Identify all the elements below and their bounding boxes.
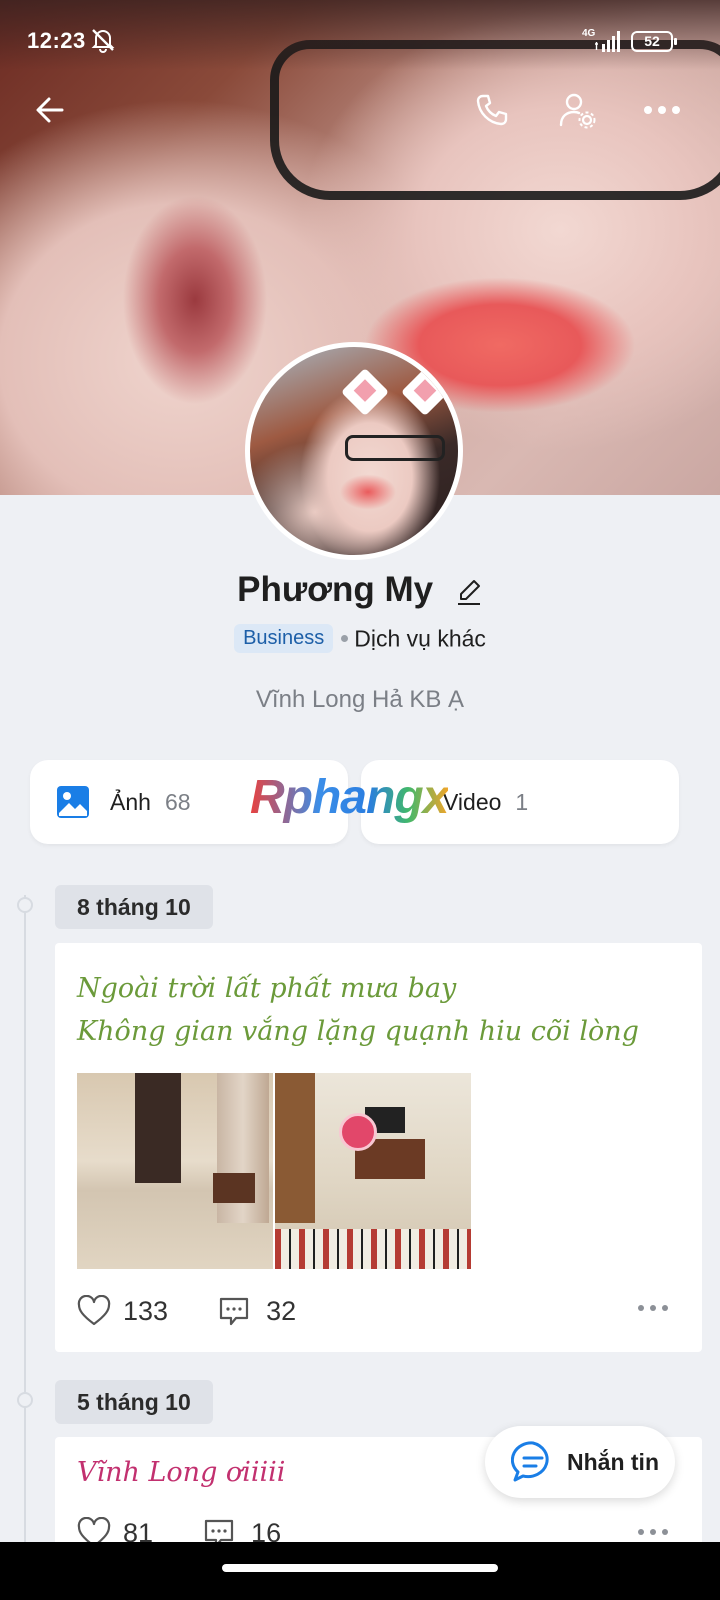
battery-level: 52 <box>644 33 660 49</box>
post-photo[interactable] <box>77 1073 273 1269</box>
business-badge: Business <box>234 624 334 654</box>
battery-icon: 52 <box>631 31 677 52</box>
more-horizontal-icon <box>644 106 680 114</box>
chat-bubble-icon <box>511 1441 549 1482</box>
notifications-muted-icon <box>91 29 115 53</box>
photo-wardrobe-shape <box>275 1073 315 1223</box>
photo-sticker-shape <box>339 1113 377 1151</box>
arrow-left-icon <box>36 97 64 123</box>
business-category: Dịch vụ khác <box>354 625 486 652</box>
photos-count: 68 <box>164 788 191 815</box>
message-button[interactable]: Nhắn tin <box>485 1426 675 1498</box>
status-time: 12:23 <box>27 28 86 53</box>
profile-meta: Business Dịch vụ khác <box>0 624 720 654</box>
photo-door-shape <box>135 1073 181 1183</box>
timeline-line <box>24 895 26 1595</box>
post-text-line: Ngoài trời lất phất mưa bay <box>77 973 457 1004</box>
cat-ear-left-shape <box>340 367 390 417</box>
photo-chair-shape <box>213 1173 255 1203</box>
more-options-button[interactable] <box>640 88 684 132</box>
post-more-button[interactable] <box>638 1529 668 1535</box>
back-button[interactable] <box>28 88 72 132</box>
watermark-logo: Rphangx <box>250 771 449 824</box>
home-indicator[interactable] <box>222 1564 498 1572</box>
comment-count: 32 <box>266 1295 297 1326</box>
post-photo[interactable] <box>275 1073 471 1269</box>
profile-name: Phương My <box>237 570 434 609</box>
profile-avatar[interactable] <box>245 342 463 560</box>
photo-icon <box>57 786 89 818</box>
like-count: 133 <box>123 1295 169 1326</box>
profile-bio: Vĩnh Long Hả KB Ạ <box>255 686 465 713</box>
edit-pencil-icon[interactable] <box>455 578 483 606</box>
post-text-line: Không gian vắng lặng quạnh hiu cõi lòng <box>77 1016 639 1047</box>
avatar-glasses-shape <box>345 435 445 461</box>
post-text: Ngoài trời lất phất mưa bay Không gian v… <box>77 967 639 1053</box>
message-button-label: Nhắn tin <box>567 1448 659 1475</box>
timeline-dot <box>17 1392 33 1408</box>
post-card[interactable]: Ngoài trời lất phất mưa bay Không gian v… <box>55 943 702 1352</box>
post-text: Vĩnh Long ơiiiii <box>77 1457 286 1488</box>
system-navigation-bar <box>0 1542 720 1600</box>
post-more-button[interactable] <box>638 1305 668 1311</box>
profile-screen: 12:23 4G 52 Phương My Business Dịch vụ k… <box>0 0 720 1600</box>
call-button[interactable] <box>470 88 514 132</box>
post-actions: 133 32 <box>77 1295 296 1327</box>
heart-icon[interactable] <box>77 1295 111 1327</box>
profile-settings-button[interactable] <box>556 88 600 132</box>
photos-label: Ảnh <box>110 788 151 815</box>
status-bar: 12:23 4G 52 <box>0 0 720 80</box>
post-date: 5 tháng 10 <box>55 1380 213 1424</box>
post-date: 8 tháng 10 <box>55 885 213 929</box>
profile-name-row: Phương My <box>0 570 720 610</box>
user-settings-icon <box>559 93 596 129</box>
signal-icon <box>595 31 620 52</box>
comment-icon[interactable] <box>218 1295 250 1327</box>
timeline-dot <box>17 897 33 913</box>
separator-dot <box>341 635 349 643</box>
videos-label: Video <box>443 788 502 815</box>
photo-bed-shape <box>275 1229 471 1269</box>
videos-count: 1 <box>515 788 529 815</box>
phone-icon <box>476 94 508 126</box>
